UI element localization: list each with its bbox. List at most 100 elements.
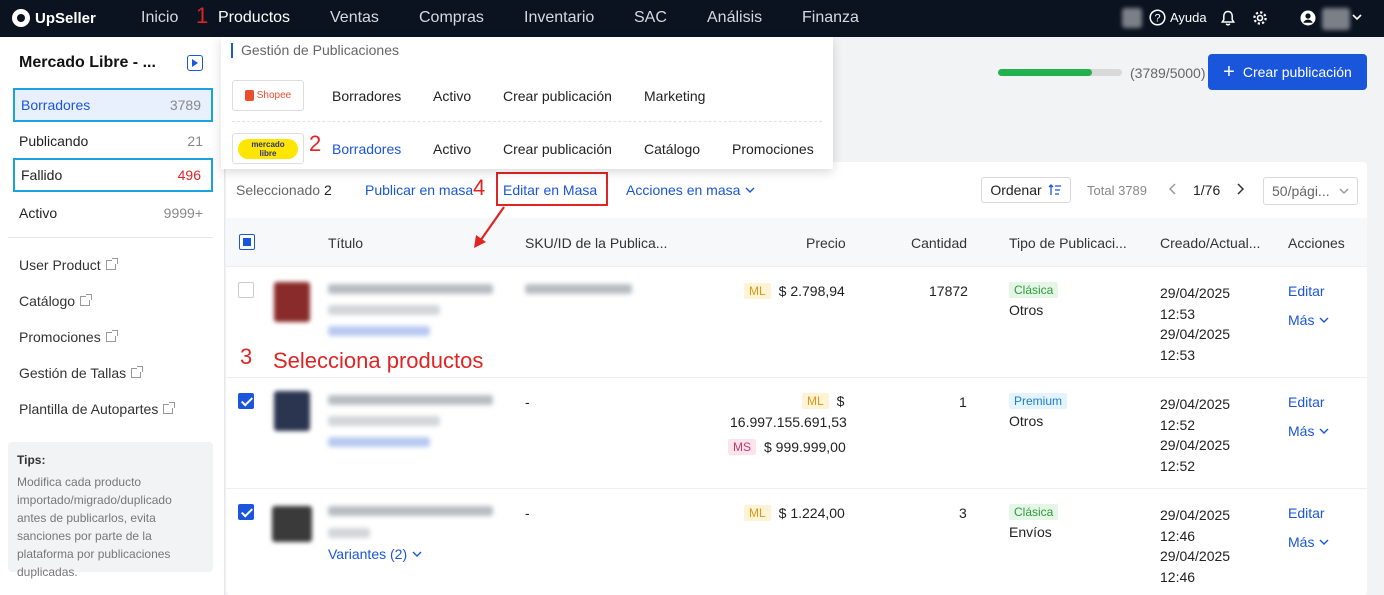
sort-button[interactable]: Ordenar <box>981 177 1071 203</box>
chevron-down-icon[interactable] <box>745 187 755 194</box>
more-dropdown[interactable]: Más <box>1288 534 1329 550</box>
price-value: $ 1.224,00 <box>778 505 845 521</box>
ml-catalogo-link[interactable]: Catálogo <box>644 141 700 157</box>
shopee-activo-link[interactable]: Activo <box>433 88 471 104</box>
bulk-actions-dropdown[interactable]: Acciones en masa <box>626 182 740 198</box>
nav-productos[interactable]: Productos <box>218 9 290 27</box>
variants-label: Variantes (2) <box>328 546 408 562</box>
store-switch-icon[interactable] <box>187 55 203 71</box>
row-checkbox[interactable] <box>238 393 254 409</box>
edit-link[interactable]: Editar <box>1288 505 1325 521</box>
edit-link[interactable]: Editar <box>1288 394 1325 410</box>
shipping-type: Otros <box>1009 302 1044 318</box>
shopee-crear-link[interactable]: Crear publicación <box>503 88 612 104</box>
per-page-select[interactable]: 50/pági... <box>1263 177 1358 205</box>
date-text: 29/04/2025 <box>1160 507 1231 523</box>
sidebar-item-publicando[interactable]: Publicando 21 <box>13 124 213 158</box>
time-text: 12:52 <box>1160 416 1196 433</box>
column-header-tipo[interactable]: Tipo de Publicaci... <box>1009 235 1127 251</box>
more-label: Más <box>1288 423 1315 439</box>
create-listing-label: Crear publicación <box>1242 64 1352 80</box>
edit-link[interactable]: Editar <box>1288 283 1325 299</box>
chevron-down-icon <box>1319 317 1329 323</box>
sidebar-link-user-product[interactable]: User Product <box>19 257 118 273</box>
product-thumbnail[interactable] <box>274 391 310 431</box>
sidebar-item-count: 21 <box>187 133 203 149</box>
nav-inventario[interactable]: Inventario <box>524 9 594 27</box>
column-header-precio[interactable]: Precio <box>806 235 846 251</box>
nav-inicio[interactable]: Inicio <box>141 9 178 27</box>
svg-text:?: ? <box>1154 13 1160 25</box>
dropdown-divider <box>232 121 822 122</box>
bell-icon[interactable] <box>1221 10 1235 26</box>
chevron-down-icon[interactable] <box>1352 14 1362 21</box>
selected-label: Seleccionado <box>236 182 321 198</box>
selected-count: 2 <box>324 182 332 198</box>
sidebar-item-label: Fallido <box>21 167 63 183</box>
help-link[interactable]: ? Ayuda <box>1149 9 1207 26</box>
blurred-sku <box>525 284 632 294</box>
chevron-down-icon <box>1319 428 1329 434</box>
more-dropdown[interactable]: Más <box>1288 423 1329 439</box>
created-updated-dates: 29/04/2025 12:46 29/04/2025 12:46 <box>1160 505 1230 588</box>
listing-type-badge: Clásica <box>1009 282 1059 298</box>
variants-link[interactable]: Variantes (2) <box>328 546 422 562</box>
sidebar-item-borradores[interactable]: Borradores 3789 <box>13 88 213 122</box>
gear-icon[interactable] <box>1252 10 1268 26</box>
sidebar-link-plantilla-autopartes[interactable]: Plantilla de Autopartes <box>19 401 176 417</box>
row-checkbox[interactable] <box>238 504 254 520</box>
price-tag-ms: MS <box>728 439 756 455</box>
more-dropdown[interactable]: Más <box>1288 312 1329 328</box>
shipping-type: Otros <box>1009 413 1044 429</box>
sidebar-item-activo[interactable]: Activo 9999+ <box>13 196 213 230</box>
sort-label: Ordenar <box>990 182 1042 198</box>
upseller-logo[interactable]: UpSeller <box>12 9 96 27</box>
product-thumbnail[interactable] <box>274 282 310 322</box>
store-title[interactable]: Mercado Libre - ... <box>19 54 156 72</box>
prev-page-icon[interactable] <box>1169 183 1177 195</box>
nav-compras[interactable]: Compras <box>419 9 484 27</box>
column-header-creado[interactable]: Creado/Actual... <box>1160 235 1260 251</box>
bulk-publish-button[interactable]: Publicar en masa <box>365 182 473 198</box>
per-page-value: 50/pági... <box>1272 183 1330 199</box>
sidebar-link-gestion-tallas[interactable]: Gestión de Tallas <box>19 365 144 381</box>
select-all-checkbox[interactable] <box>239 234 255 250</box>
ml-activo-link[interactable]: Activo <box>433 141 471 157</box>
user-icon[interactable] <box>1300 10 1316 26</box>
bulk-edit-highlight <box>496 172 608 206</box>
sidebar-link-catalogo[interactable]: Catálogo <box>19 293 93 309</box>
nav-sac[interactable]: SAC <box>634 9 667 27</box>
column-header-cantidad[interactable]: Cantidad <box>911 235 967 251</box>
help-icon: ? <box>1149 9 1166 26</box>
create-listing-button[interactable]: + Crear publicación <box>1208 54 1367 90</box>
time-text: 12:52 <box>1160 458 1196 475</box>
blurred-subtitle <box>328 416 440 426</box>
column-header-titulo[interactable]: Título <box>328 235 363 251</box>
ml-borradores-link[interactable]: Borradores <box>332 141 401 157</box>
shopee-marketing-link[interactable]: Marketing <box>644 88 705 104</box>
blurred-subtitle <box>328 528 370 538</box>
next-page-icon[interactable] <box>1236 183 1244 195</box>
ml-promociones-link[interactable]: Promociones <box>732 141 814 157</box>
time-text: 12:53 <box>1160 347 1196 364</box>
nav-finanza[interactable]: Finanza <box>802 9 859 27</box>
sidebar-link-promociones[interactable]: Promociones <box>19 329 118 345</box>
shopee-bag-icon <box>244 90 254 101</box>
price-value: 16.997.155.691,53 <box>730 414 847 430</box>
row-checkbox[interactable] <box>238 282 254 298</box>
help-label: Ayuda <box>1170 10 1207 25</box>
annotation-arrow <box>474 206 505 248</box>
external-link-icon <box>163 402 176 414</box>
dropdown-header: Gestión de Publicaciones <box>231 43 399 58</box>
column-header-sku[interactable]: SKU/ID de la Publica... <box>525 235 667 251</box>
product-thumbnail[interactable] <box>272 506 312 542</box>
nav-analisis[interactable]: Análisis <box>707 9 762 27</box>
blurred-avatar-small <box>1122 8 1142 28</box>
nav-ventas[interactable]: Ventas <box>330 9 379 27</box>
date-text: 29/04/2025 <box>1160 285 1231 301</box>
shopee-borradores-link[interactable]: Borradores <box>332 88 401 104</box>
quota-progress-fill <box>998 69 1092 76</box>
ml-crear-link[interactable]: Crear publicación <box>503 141 612 157</box>
date-text: 29/04/2025 <box>1160 326 1231 343</box>
sidebar-item-fallido[interactable]: Fallido 496 <box>13 158 213 192</box>
